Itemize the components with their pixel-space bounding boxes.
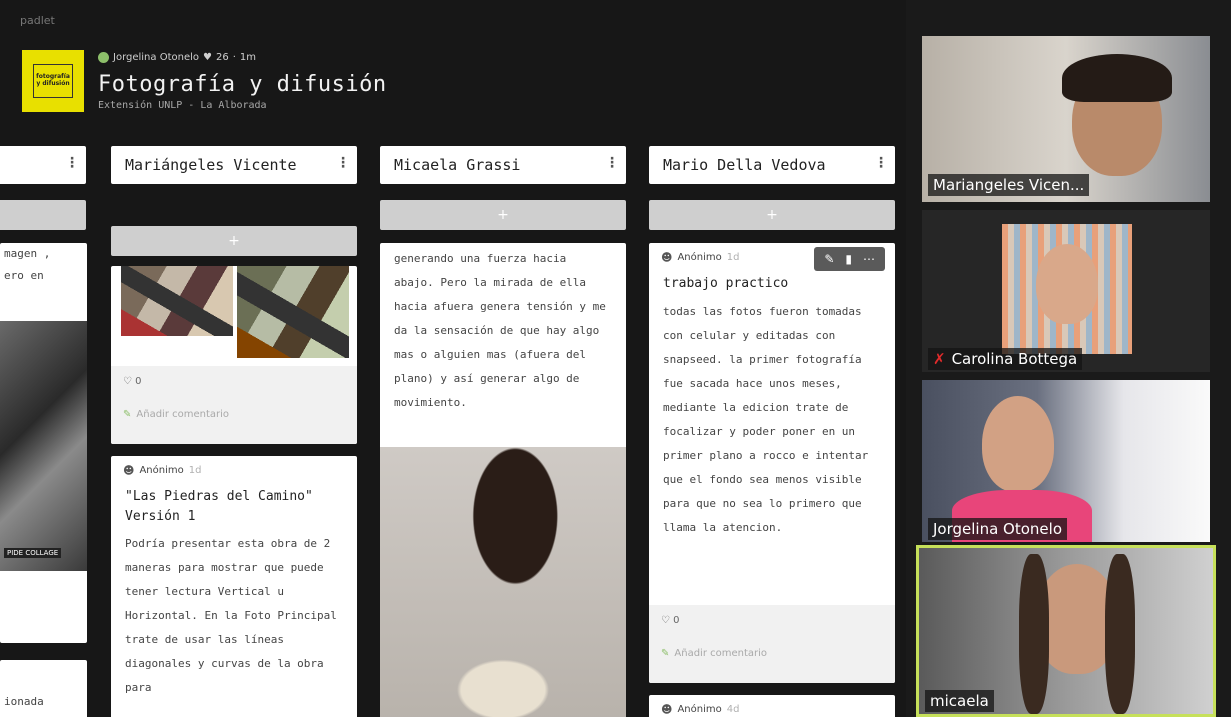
- participant-name: Mariangeles Vicen...: [928, 174, 1090, 196]
- post-image[interactable]: [237, 266, 349, 358]
- anonymous-icon: ☻: [661, 703, 673, 716]
- post-card[interactable]: ☻ Anónimo 1d "Las Piedras del Camino" Ve…: [111, 456, 357, 717]
- author-name: Anónimo: [677, 704, 722, 715]
- board-logo-text: fotografía y difusión: [33, 64, 73, 98]
- video-call-panel: Mariangeles Vicen... ✗ Carolina Bottega J…: [906, 0, 1231, 717]
- column-title: Mario Della Vedova: [663, 156, 826, 174]
- post-card[interactable]: ♡ 0 ✎ Añadir comentario: [111, 266, 357, 444]
- post-card[interactable]: magen , ero en PIDE COLLAGE: [0, 243, 87, 643]
- like-button[interactable]: ♡ 0: [123, 376, 345, 387]
- column-header: Mariángeles Vicente ⋮: [111, 146, 357, 185]
- post-toolbar: ✎ ▮ ⋯: [814, 247, 885, 271]
- participant-hair: [1105, 554, 1135, 714]
- post-title: "Las Piedras del Camino" Versión 1: [125, 489, 313, 524]
- participant-name: Jorgelina Otonelo: [928, 518, 1068, 540]
- column-header: ⋮: [0, 146, 86, 185]
- post-text-line: magen ,: [4, 247, 51, 260]
- participant-name: ✗ Carolina Bottega: [928, 348, 1083, 370]
- author-avatar-icon: [98, 52, 109, 63]
- participant-video: [1002, 224, 1132, 354]
- add-comment-label: Añadir comentario: [136, 409, 230, 420]
- add-post-button[interactable]: +: [0, 200, 86, 231]
- like-button[interactable]: ♡ 0: [661, 615, 883, 626]
- board-time: 1m: [239, 52, 257, 63]
- post-body: generando una fuerza hacia abajo. Pero l…: [394, 252, 606, 409]
- column-title: Mariángeles Vicente: [125, 156, 297, 174]
- post-card[interactable]: generando una fuerza hacia abajo. Pero l…: [380, 243, 626, 717]
- column-header: Micaela Grassi ⋮: [380, 146, 626, 185]
- post-image[interactable]: [380, 447, 626, 717]
- delete-icon[interactable]: ▮: [845, 252, 852, 266]
- participant-hair: [1062, 54, 1172, 102]
- separator-dot: ·: [232, 52, 236, 63]
- post-card[interactable]: ionada: [0, 660, 87, 717]
- add-comment-label: Añadir comentario: [674, 648, 768, 659]
- column-header: Mario Della Vedova ⋮: [649, 146, 895, 185]
- post-author: ☻ Anónimo 1d: [111, 456, 357, 477]
- post-footer: ♡ 0 ✎ Añadir comentario: [111, 366, 357, 444]
- column-0: ⋮ +: [0, 146, 86, 231]
- post-author: ☻ Anónimo 4d: [649, 695, 895, 716]
- board-likes: 26: [215, 52, 229, 63]
- post-card[interactable]: ☻ Anónimo 4d: [649, 695, 895, 717]
- column-title: Micaela Grassi: [394, 156, 521, 174]
- participant-name-text: Carolina Bottega: [951, 350, 1078, 368]
- column-mario: Mario Della Vedova ⋮ +: [649, 146, 895, 231]
- anonymous-icon: ☻: [123, 464, 135, 477]
- post-text-line: ero en: [4, 269, 44, 282]
- padlet-brand[interactable]: padlet: [20, 14, 55, 27]
- column-menu-icon[interactable]: ⋮: [65, 154, 79, 173]
- collage-label: PIDE COLLAGE: [4, 548, 62, 558]
- add-comment-button[interactable]: ✎ Añadir comentario: [661, 648, 767, 659]
- board-logo: fotografía y difusión: [22, 50, 84, 112]
- board-author[interactable]: Jorgelina Otonelo: [113, 52, 199, 63]
- post-body: todas las fotos fueron tomadas con celul…: [663, 304, 869, 534]
- mic-muted-icon: ✗: [933, 350, 946, 368]
- board-meta: Jorgelina Otonelo ♥ 26 · 1m: [98, 52, 256, 63]
- column-menu-icon[interactable]: ⋮: [874, 154, 888, 173]
- author-name: Anónimo: [677, 252, 722, 263]
- add-post-button[interactable]: +: [111, 226, 357, 256]
- post-footer: ♡ 0 ✎ Añadir comentario: [649, 605, 895, 683]
- board-title: Fotografía y difusión: [98, 72, 387, 97]
- column-menu-icon[interactable]: ⋮: [605, 154, 619, 173]
- video-tile[interactable]: Mariangeles Vicen...: [922, 36, 1210, 202]
- board-subtitle: Extensión UNLP - La Alborada: [98, 100, 267, 111]
- video-tile[interactable]: Jorgelina Otonelo: [922, 380, 1210, 542]
- collage-image[interactable]: [0, 321, 87, 571]
- add-post-button[interactable]: +: [380, 200, 626, 231]
- post-body: magen , ero en: [0, 243, 87, 287]
- column-marianageles: Mariángeles Vicente ⋮: [111, 146, 357, 185]
- participant-face: [1036, 244, 1098, 324]
- add-post-button[interactable]: +: [649, 200, 895, 231]
- column-micaela: Micaela Grassi ⋮ +: [380, 146, 626, 231]
- anonymous-icon: ☻: [661, 251, 673, 264]
- post-time: 4d: [726, 704, 740, 715]
- post-card[interactable]: ✎ ▮ ⋯ ☻ Anónimo 1d trabajo practico toda…: [649, 243, 895, 683]
- column-menu-icon[interactable]: ⋮: [336, 154, 350, 173]
- post-body: Podría presentar esta obra de 2 maneras …: [125, 537, 337, 694]
- like-count: 0: [135, 376, 142, 387]
- video-tile-active-speaker[interactable]: micaela: [916, 545, 1216, 717]
- padlet-board: padlet fotografía y difusión Jorgelina O…: [0, 0, 906, 717]
- post-text-line: ionada: [4, 695, 44, 708]
- author-name: Anónimo: [139, 465, 184, 476]
- participant-name: micaela: [925, 690, 994, 712]
- heart-icon: ♥: [203, 52, 212, 63]
- comment-icon: ✎: [123, 409, 132, 420]
- post-time: 1d: [726, 252, 740, 263]
- add-comment-button[interactable]: ✎ Añadir comentario: [123, 409, 229, 420]
- comment-icon: ✎: [661, 648, 670, 659]
- participant-hair: [1019, 554, 1049, 714]
- post-time: 1d: [188, 465, 202, 476]
- more-icon[interactable]: ⋯: [863, 252, 875, 266]
- video-tile[interactable]: ✗ Carolina Bottega: [922, 210, 1210, 372]
- edit-icon[interactable]: ✎: [824, 252, 834, 266]
- post-image[interactable]: [121, 266, 233, 336]
- participant-video: [982, 396, 1054, 492]
- like-count: 0: [673, 615, 680, 626]
